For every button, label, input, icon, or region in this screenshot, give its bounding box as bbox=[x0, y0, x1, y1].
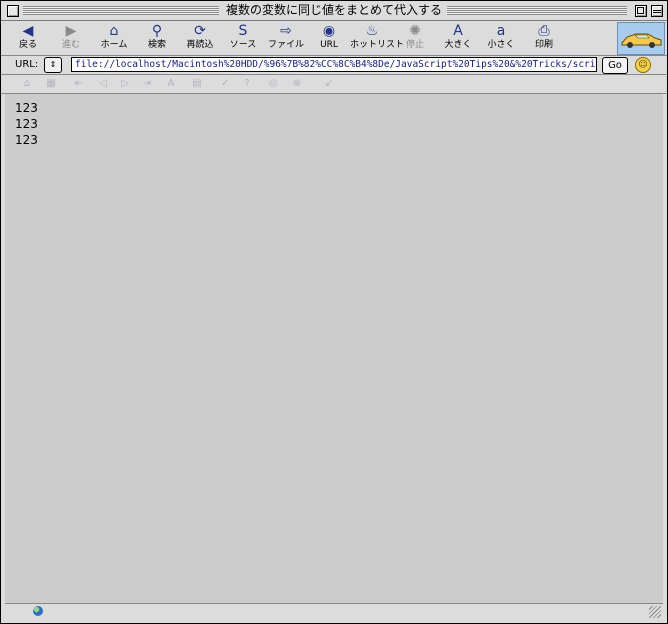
search-icon: ⚲ bbox=[151, 23, 163, 39]
stop-icon: ✺ bbox=[409, 23, 421, 39]
fav-grid-icon[interactable]: ▦ bbox=[45, 78, 57, 90]
printer-icon: ⎙ bbox=[538, 23, 550, 39]
resize-grip[interactable] bbox=[649, 606, 661, 618]
hotlist-label: ホットリスト bbox=[350, 40, 405, 50]
file-icon: ⇨ bbox=[280, 23, 292, 39]
fav-last-icon[interactable]: ⇥ bbox=[141, 78, 153, 90]
home-button[interactable]: ⌂ ホーム bbox=[92, 23, 136, 53]
up-down-arrows-icon: ⇕ bbox=[49, 60, 57, 69]
title-bar[interactable]: 複数の変数に同じ値をまとめて代入する bbox=[1, 1, 667, 21]
url-bar: URL: ⇕ file://localhost/Macintosh%20HDD/… bbox=[1, 56, 667, 75]
home-label: ホーム bbox=[100, 40, 128, 50]
title-stripes-right bbox=[447, 6, 627, 15]
file-label: ファイル bbox=[267, 40, 304, 50]
print-label: 印刷 bbox=[534, 40, 553, 50]
reload-label: 再読込 bbox=[186, 40, 214, 50]
large-a-icon: A bbox=[453, 23, 463, 39]
forward-arrow-icon: ▶ bbox=[65, 23, 77, 39]
smaller-text-button[interactable]: a 小さく bbox=[479, 23, 523, 53]
hotlist-icon: ♨ bbox=[365, 23, 379, 39]
content-line: 123 bbox=[15, 133, 38, 147]
fav-help-icon[interactable]: ? bbox=[241, 78, 253, 90]
small-a-icon: a bbox=[496, 23, 506, 39]
zoom-box[interactable] bbox=[635, 5, 647, 17]
toolbar: ◀ 戻る ▶ 進む ⌂ ホーム ⚲ 検索 ⟳ 再読込 S ソース ⇨ ファイル … bbox=[1, 21, 667, 56]
fav-font-icon[interactable]: A bbox=[165, 78, 177, 90]
globe-icon bbox=[33, 606, 43, 616]
url-input[interactable]: file://localhost/Macintosh%20HDD/%96%7B%… bbox=[71, 57, 597, 72]
stop-label: 停止 bbox=[405, 40, 424, 50]
fav-check-icon[interactable]: ✓ bbox=[219, 78, 231, 90]
smaller-label: 小さく bbox=[487, 40, 515, 50]
fav-prev-icon[interactable]: ◁ bbox=[97, 78, 109, 90]
fav-page-icon[interactable]: ▤ bbox=[191, 78, 203, 90]
url-history-stepper[interactable]: ⇕ bbox=[44, 57, 62, 73]
favorites-bar: ⌂ ▦ ⇤ ◁ ▷ ⇥ A ▤ ✓ ? ◎ ⊕ ↙ bbox=[1, 75, 667, 94]
reload-icon: ⟳ bbox=[194, 23, 206, 39]
home-icon: ⌂ bbox=[109, 23, 119, 39]
file-button[interactable]: ⇨ ファイル bbox=[264, 23, 308, 53]
collapse-box[interactable] bbox=[651, 5, 663, 17]
source-label: ソース bbox=[229, 40, 257, 50]
fav-home-icon[interactable]: ⌂ bbox=[21, 78, 33, 90]
browser-logo[interactable] bbox=[617, 22, 665, 55]
stop-button[interactable]: ✺ 停止 bbox=[393, 23, 437, 53]
source-icon: S bbox=[238, 23, 248, 39]
page-content: 123 123 123 bbox=[5, 94, 663, 603]
smiley-icon[interactable]: ☺ bbox=[635, 57, 651, 73]
fav-first-icon[interactable]: ⇤ bbox=[73, 78, 85, 90]
source-button[interactable]: S ソース bbox=[221, 23, 265, 53]
content-line: 123 bbox=[15, 101, 38, 115]
forward-label: 進む bbox=[61, 40, 80, 50]
reload-button[interactable]: ⟳ 再読込 bbox=[178, 23, 222, 53]
back-arrow-icon: ◀ bbox=[22, 23, 34, 39]
search-button[interactable]: ⚲ 検索 bbox=[135, 23, 179, 53]
fav-target-icon[interactable]: ◎ bbox=[267, 78, 279, 90]
back-button[interactable]: ◀ 戻る bbox=[6, 23, 50, 53]
hotlist-button[interactable]: ♨ ホットリスト bbox=[350, 23, 405, 53]
window-title: 複数の変数に同じ値をまとめて代入する bbox=[225, 3, 442, 17]
larger-label: 大きく bbox=[444, 40, 472, 50]
title-stripes-left bbox=[23, 6, 219, 15]
search-label: 検索 bbox=[147, 40, 166, 50]
print-button[interactable]: ⎙ 印刷 bbox=[522, 23, 566, 53]
fav-add-icon[interactable]: ⊕ bbox=[291, 78, 303, 90]
url-field-label: URL: bbox=[15, 59, 39, 70]
browser-window: 複数の変数に同じ値をまとめて代入する ◀ 戻る ▶ 進む ⌂ ホーム ⚲ 検索 … bbox=[0, 0, 668, 624]
globe-url-icon: ◉ bbox=[322, 23, 336, 39]
url-label: URL bbox=[320, 40, 338, 50]
car-logo-icon bbox=[621, 33, 662, 48]
forward-button[interactable]: ▶ 進む bbox=[49, 23, 93, 53]
go-button[interactable]: Go bbox=[602, 57, 628, 74]
back-label: 戻る bbox=[18, 40, 37, 50]
status-bar bbox=[5, 603, 663, 620]
url-button[interactable]: ◉ URL bbox=[307, 23, 351, 53]
larger-text-button[interactable]: A 大きく bbox=[436, 23, 480, 53]
fav-arrow-icon[interactable]: ↙ bbox=[323, 78, 335, 90]
fav-next-icon[interactable]: ▷ bbox=[119, 78, 131, 90]
close-box[interactable] bbox=[7, 5, 19, 17]
content-line: 123 bbox=[15, 117, 38, 131]
